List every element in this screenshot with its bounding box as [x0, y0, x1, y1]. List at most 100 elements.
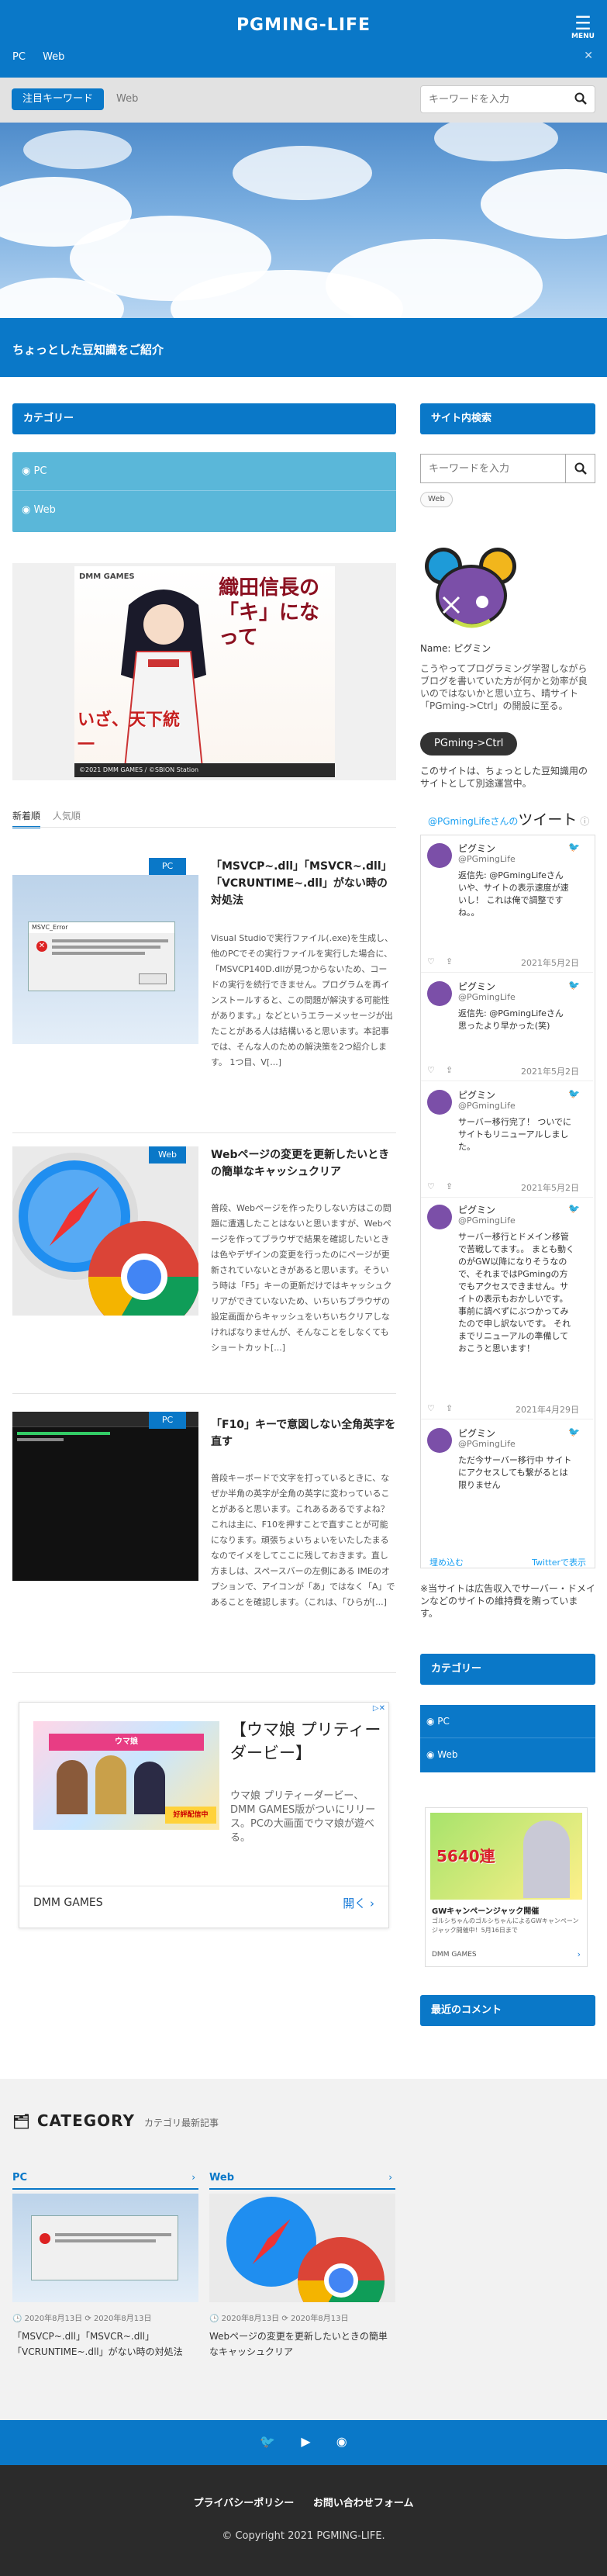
- tweet-date[interactable]: 2021年5月2日: [521, 1181, 579, 1194]
- featured-keyword-button[interactable]: 注目キーワード: [12, 88, 105, 110]
- share-icon[interactable]: ⇪: [446, 1181, 453, 1191]
- ad-headline: 織田信長の「キ」になって: [219, 576, 320, 649]
- twitter-view-link[interactable]: Twitterで表示: [532, 1556, 586, 1568]
- avatar: [427, 981, 452, 1006]
- twitter-info-icon: ⓘ: [580, 816, 590, 827]
- hamburger-icon: ☰: [574, 12, 591, 34]
- native-ad[interactable]: ▷✕ ウマ娘 好評配信中 【ウマ娘 プリティーダービー】 ウマ娘 プリティーダー…: [19, 1702, 389, 1928]
- category-column-title[interactable]: PC: [12, 2172, 198, 2190]
- header-search: [420, 85, 595, 113]
- ad2-body: ウマ娘 プリティーダービー、DMM GAMES版がついにリリース。PCの大画面で…: [230, 1790, 376, 1844]
- divider: [12, 1132, 396, 1133]
- tweet[interactable]: ピグミン @PGmingLife 🐦 ただ今サーバー移行中 サイトにアクセスして…: [421, 1420, 581, 1537]
- category-badge[interactable]: PC: [149, 1412, 186, 1429]
- twitter-timeline[interactable]: ピグミン @PGmingLife 🐦 返信先: @PGmingLifeさん いや…: [420, 835, 595, 1568]
- category-post-image[interactable]: [12, 2194, 198, 2302]
- close-icon[interactable]: ✕: [584, 50, 593, 62]
- chevron-right-icon[interactable]: ›: [578, 1949, 581, 1959]
- tweet-handle: @PGmingLife: [458, 854, 516, 864]
- tab-newest[interactable]: 新着順: [12, 811, 41, 828]
- category-post-image[interactable]: [209, 2194, 395, 2302]
- like-icon[interactable]: ♡: [427, 956, 435, 966]
- nav-item-pc[interactable]: PC: [12, 51, 26, 63]
- tweet[interactable]: ピグミン @PGmingLife 🐦 サーバー移行完了！ ついでにサイトもリニュ…: [421, 1082, 593, 1198]
- twitter-bird-icon: 🐦: [568, 842, 580, 852]
- avatar: [427, 843, 452, 868]
- category-badge[interactable]: Web: [149, 1146, 186, 1164]
- search-icon[interactable]: [565, 455, 595, 482]
- menu-button[interactable]: ☰ MENU: [571, 14, 595, 40]
- keyword-tag-web[interactable]: Web: [116, 93, 138, 105]
- category-column-pc: PC › 🕒 2020年8月13日 ⟳ 2020年8月13日 「MSVCP~.d…: [12, 2172, 198, 2357]
- ad-image: ウマ娘 好評配信中: [33, 1721, 219, 1830]
- category-post-title[interactable]: Webページの変更を更新したいときの簡単なキャッシュクリア: [209, 2329, 395, 2360]
- post-dates: 🕒 2020年8月13日 ⟳ 2020年8月13日: [12, 2315, 152, 2323]
- tweet-date[interactable]: 2021年4月29日: [516, 1403, 579, 1416]
- sidebar-category-web[interactable]: ◉ Web: [420, 1738, 595, 1772]
- tweet[interactable]: ピグミン @PGmingLife 🐦 返信先: @PGmingLifeさん 思っ…: [421, 973, 593, 1090]
- avatar: [427, 1205, 452, 1229]
- share-icon[interactable]: ⇪: [446, 1403, 453, 1413]
- site-search-title: サイト内検索: [420, 403, 595, 434]
- sidebar-category-pc[interactable]: ◉ PC: [420, 1705, 595, 1738]
- tweet[interactable]: ピグミン @PGmingLife 🐦 返信先: @PGmingLifeさん いや…: [421, 835, 593, 973]
- ad2-open-button[interactable]: 開く ›: [343, 1895, 374, 1911]
- category-section: 🗂 CATEGORY カテゴリ最新記事 PC › 🕒 2020年8月13日 ⟳ 2…: [0, 2079, 607, 2420]
- ad-footer: ©2021 DMM GAMES / ©SBION Station: [74, 763, 335, 777]
- post-thumbnail-1[interactable]: MSVC_Error ✕: [12, 875, 198, 1044]
- tab-popular[interactable]: 人気順: [53, 811, 81, 821]
- sidebar-search-input[interactable]: [421, 455, 564, 482]
- post-title[interactable]: Webページの変更を更新したいときの簡単なキャッシュクリア: [211, 1146, 397, 1181]
- ad-notice: ※当サイトは広告収入でサーバー・ドメインなどのサイトの維持費を賄っています。: [420, 1583, 595, 1619]
- like-icon[interactable]: ♡: [427, 1065, 435, 1075]
- sidebar-ad[interactable]: 5640連 GWキャンペーンジャック開催 ゴルシちゃんのゴルシちゃんによるGWキ…: [425, 1807, 588, 1967]
- twitter-bird-icon: 🐦: [568, 980, 580, 991]
- share-icon[interactable]: ⇪: [446, 956, 453, 966]
- twitter-bird-icon: 🐦: [568, 1203, 580, 1214]
- nav-item-web[interactable]: Web: [43, 51, 64, 63]
- twitter-bird-icon: 🐦: [568, 1426, 580, 1437]
- post-thumbnail-3[interactable]: [12, 1412, 198, 1581]
- tweet[interactable]: ピグミン @PGmingLife 🐦 サーバー移行とドメイン移管で苦戦してます。…: [421, 1197, 593, 1419]
- category-section-title: 🗂 CATEGORY カテゴリ最新記事: [12, 2111, 219, 2130]
- site-logo[interactable]: PGMING-LIFE: [0, 16, 607, 35]
- tag-web[interactable]: Web: [420, 492, 453, 507]
- youtube-icon[interactable]: ▶: [301, 2434, 310, 2449]
- ad3-title: GWキャンペーンジャック開催: [432, 1907, 540, 1916]
- like-icon[interactable]: ♡: [427, 1403, 435, 1413]
- post-title[interactable]: 「F10」キーで意図しない全角英字を直す: [211, 1416, 397, 1451]
- tweet-text: サーバー移行完了！ ついでにサイトもリニューアルしました。: [458, 1117, 572, 1152]
- chevron-right-icon[interactable]: ›: [191, 2172, 195, 2183]
- category-item-pc[interactable]: ◉ PC: [12, 452, 396, 491]
- like-icon[interactable]: ♡: [427, 1181, 435, 1191]
- twitter-embed-link[interactable]: 埋め込む: [429, 1556, 464, 1568]
- contact-form-link[interactable]: お問い合わせフォーム: [313, 2498, 414, 2509]
- share-icon[interactable]: ⇪: [446, 1065, 453, 1075]
- ad-choices-icon[interactable]: ▷✕: [373, 1704, 385, 1713]
- category-badge[interactable]: PC: [149, 858, 186, 875]
- avatar: [427, 1428, 452, 1453]
- tweet-date[interactable]: 2021年5月2日: [521, 1065, 579, 1077]
- twitter-icon[interactable]: 🐦: [260, 2434, 275, 2449]
- ad-brand: DMM GAMES: [79, 572, 135, 581]
- header-search-input[interactable]: [421, 86, 560, 112]
- category-column-title[interactable]: Web: [209, 2172, 395, 2190]
- hero-caption: ちょっとした豆知識をご紹介: [0, 318, 607, 377]
- rss-icon[interactable]: ◉: [336, 2434, 347, 2449]
- ad3-body: ゴルシちゃんのゴルシちゃんによるGWキャンペーンジャック開催中！5月16日まで: [432, 1917, 579, 1934]
- post-excerpt: 普段キーボードで文字を打っているときに、なぜか半角の英字が全角の英字に変わってい…: [211, 1473, 395, 1607]
- banner-ad[interactable]: DMM GAMES 織田信長の「キ」になって いざ、天下統一 ©2021 DMM…: [12, 563, 396, 780]
- privacy-policy-link[interactable]: プライバシーポリシー: [194, 2498, 295, 2509]
- post-title[interactable]: 「MSVCP~.dll」「MSVCR~.dll」「VCRUNTIME~.dll」…: [211, 858, 397, 909]
- search-icon[interactable]: [574, 92, 587, 107]
- tweet-date[interactable]: 2021年5月2日: [521, 956, 579, 969]
- tweet-handle: @PGmingLife: [458, 1101, 516, 1111]
- ad2-title: 【ウマ娘 プリティーダービー】: [230, 1720, 381, 1762]
- profile-name: Name: ピグミン: [420, 643, 491, 654]
- chevron-right-icon[interactable]: ›: [388, 2172, 392, 2183]
- pgming-ctrl-button[interactable]: PGming->Ctrl: [420, 732, 518, 756]
- divider: [12, 1393, 396, 1394]
- category-post-title[interactable]: 「MSVCP~.dll」「MSVCR~.dll」「VCRUNTIME~.dll」…: [12, 2329, 198, 2360]
- category-item-web[interactable]: ◉ Web: [12, 491, 396, 530]
- post-thumbnail-2[interactable]: [12, 1146, 198, 1316]
